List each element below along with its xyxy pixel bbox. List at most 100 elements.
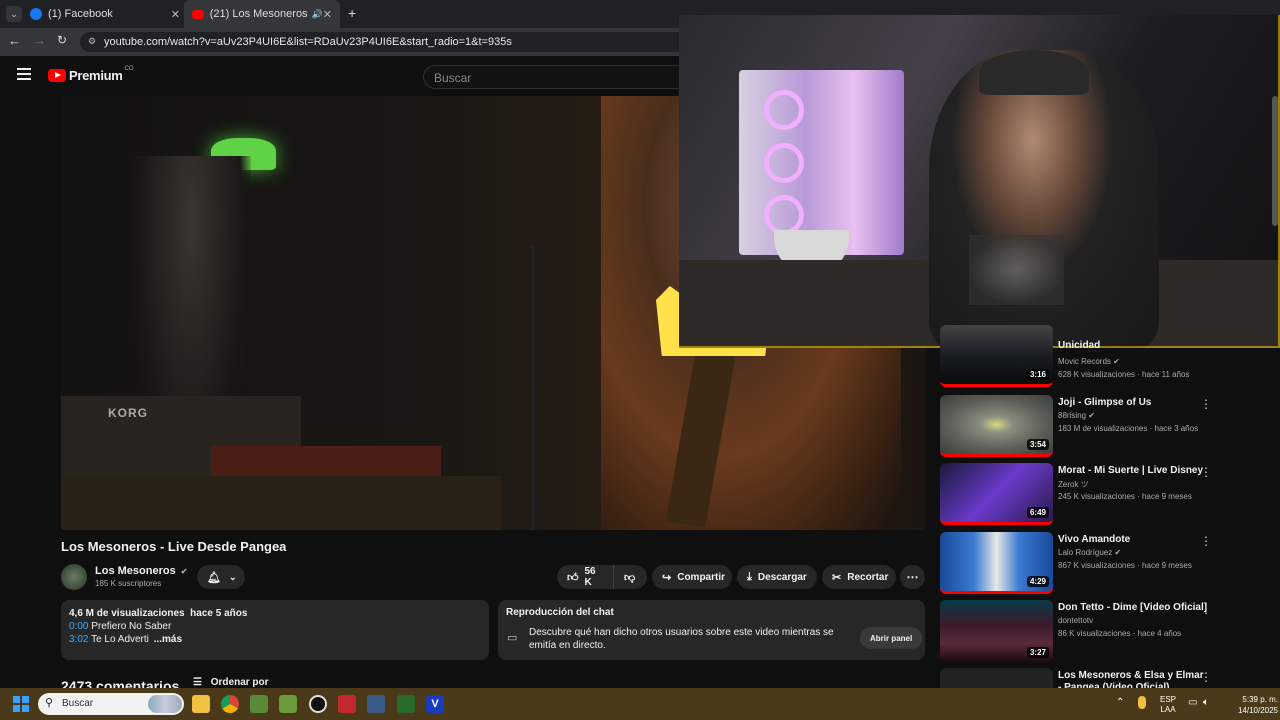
taskbar-search-input[interactable]: ⚲ Buscar [38,693,184,715]
game-app-icon[interactable] [279,695,297,713]
chat-replay-box: Reproducción del chat ▭ Descubre qué han… [498,600,925,660]
site-info-icon[interactable]: ⚙ [88,36,96,47]
more-icon[interactable]: ⋮ [1200,397,1212,411]
video-meta: 86 K visualizaciones · hace 4 años [1058,629,1182,638]
page-scrollbar[interactable] [1272,96,1278,226]
duration-badge: 6:49 [1026,507,1049,518]
recommendation-item[interactable]: 3:27 Don Tetto - Dime [Video Oficial] do… [940,600,1220,662]
share-label: Compartir [677,571,726,583]
channel-name: Zerok ツ [1058,480,1089,489]
table-surface [61,476,501,530]
video-thumbnail: 3:16 [940,325,1053,387]
more-icon[interactable]: ⋮ [1200,602,1212,616]
sort-button[interactable]: ☰ Ordenar por [193,677,269,688]
network-icon[interactable]: ▭ [1188,697,1197,708]
vpn-app-icon[interactable]: V [426,695,444,713]
scissors-icon: ✂ [832,571,842,584]
microphone-stand [531,246,535,530]
more-icon[interactable]: ⋮ [1200,465,1212,479]
close-icon[interactable]: ✕ [323,8,332,21]
forward-icon[interactable]: → [33,33,46,48]
speaker-icon[interactable]: 🔊 [312,9,323,20]
subscriber-count: 185 K suscriptores [95,579,162,588]
recommendation-item[interactable]: 3:16 Unicidad Movic Records ✔ 628 K visu… [940,325,1220,387]
verified-icon: ✔ [1114,548,1122,557]
recommendation-item[interactable]: 4:29 Vivo Amandote Lalo Rodríguez ✔ 867 … [940,532,1220,594]
like-button[interactable]: 👍︎ 56 K [557,565,613,589]
duration-badge: 3:16 [1026,369,1049,380]
minecraft-icon[interactable] [250,695,268,713]
more-actions-button[interactable]: ⋯ [900,565,925,589]
windows-start-icon[interactable] [13,696,29,712]
verified-icon: ✔ [180,567,188,576]
chapter-timestamp[interactable]: 0:00 [69,621,88,632]
reload-icon[interactable]: ↻ [57,33,67,47]
thumbs-up-icon: 👍︎ [567,571,579,584]
frame-border [679,15,1280,348]
menu-icon[interactable] [17,68,31,80]
file-explorer-icon[interactable] [192,695,210,713]
video-meta: 628 K visualizaciones · hace 11 años [1058,370,1190,379]
clock[interactable]: 5:39 p. m. 14/10/2025 [1220,694,1278,716]
chat-text: Descubre qué han dicho otros usuarios so… [529,627,834,651]
search-input[interactable]: Buscar [423,65,723,89]
logitech-icon[interactable] [309,695,327,713]
back-icon[interactable]: ← [8,33,21,48]
video-title: Unicidad [1058,340,1101,351]
channel-text: Lalo Rodríguez [1058,548,1113,557]
video-title: Los Mesoneros & Elsa y Elmar - Pangea (V… [1058,670,1204,688]
close-icon[interactable]: ✕ [171,8,180,21]
youtube-logo[interactable]: Premium CO [48,66,134,83]
duration-badge: 3:27 [1026,647,1049,658]
chrome-icon[interactable] [221,695,239,713]
description-box[interactable]: 4,6 M de visualizaciones hace 5 años 0:0… [61,600,489,660]
bell-icon: 🔔︎ [207,571,221,584]
video-thumbnail: 6:49 [940,463,1053,525]
open-panel-button[interactable]: Abrir panel [860,627,923,649]
channel-name: 88rising ✔ [1058,411,1095,420]
winamp-icon[interactable] [397,695,415,713]
chapter-timestamp[interactable]: 3:02 [69,634,88,645]
recommendation-item[interactable]: Los Mesoneros & Elsa y Elmar - Pangea (V… [940,668,1220,688]
dislike-button[interactable]: 👎︎ [613,565,647,589]
share-button[interactable]: ↪ Compartir [652,565,732,589]
video-meta: 183 M de visualizaciones · hace 3 años [1058,424,1199,433]
volume-icon[interactable]: 🔈︎ [1203,697,1209,708]
thumbs-down-icon: 👎︎ [624,571,636,584]
microphone-icon[interactable] [1138,696,1146,709]
chapter-row: 0:00 Prefiero No Saber [69,620,481,633]
recommendation-item[interactable]: 6:49 Morat - Mi Suerte | Live Disney Zer… [940,463,1220,525]
search-placeholder: Buscar [434,71,472,85]
channel-name[interactable]: Los Mesoneros ✔ [95,565,187,577]
media-app-icon[interactable] [338,695,356,713]
channel-avatar[interactable] [61,564,87,590]
chat-icon: ▭ [507,632,518,644]
more-link[interactable]: ...más [154,634,182,645]
webcam-overlay [679,15,1280,348]
new-tab-button[interactable]: + [348,5,356,21]
subscribe-bell-button[interactable]: 🔔︎ ⌄ [197,565,245,589]
more-icon[interactable]: ⋮ [1200,670,1212,684]
calculator-icon[interactable] [367,695,385,713]
tab-facebook[interactable]: (1) Facebook ✕ [30,4,180,24]
language-indicator[interactable]: ESP LAA [1156,695,1180,715]
tab-youtube[interactable]: (21) Los Mesoneros - Live D 🔊 ✕ [184,0,340,28]
chapter-row: 3:02 Te Lo Adverti ...más [69,633,481,646]
tab-label: (21) Los Mesoneros - Live D [209,8,308,20]
search-highlight-icon [148,695,182,713]
chevron-up-icon[interactable]: ⌃ [1116,697,1124,708]
clip-button[interactable]: ✂ Recortar [822,565,896,589]
clock-time: 5:39 p. m. [1242,695,1278,704]
video-title: Morat - Mi Suerte | Live Disney [1058,465,1204,476]
tab-list-dropdown-icon[interactable]: ⌄ [6,6,22,22]
clip-label: Recortar [847,571,889,583]
video-meta: 867 K visualizaciones · hace 9 meses [1058,561,1192,570]
video-title: Don Tetto - Dime [Video Oficial] [1058,602,1208,613]
taskbar-search-placeholder: Buscar [62,698,94,709]
chat-title: Reproducción del chat [506,607,614,618]
download-button[interactable]: ⤓ Descargar [737,565,817,589]
more-icon[interactable]: ⋮ [1200,534,1212,548]
video-thumbnail: 3:27 [940,600,1053,662]
recommendation-item[interactable]: 3:54 Joji - Glimpse of Us 88rising ✔ 183… [940,395,1220,457]
view-stats: 4,6 M de visualizaciones hace 5 años [69,608,248,619]
